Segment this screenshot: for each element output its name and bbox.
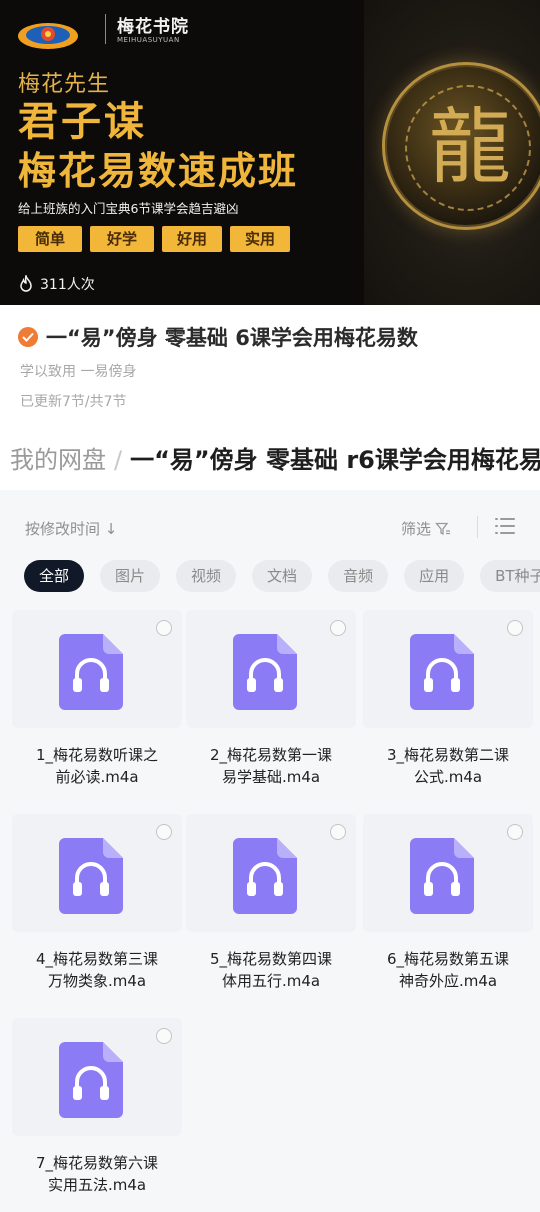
file-thumbnail xyxy=(12,814,182,932)
file-name-line1: 5_梅花易数第四课 xyxy=(209,950,333,968)
file-thumbnail xyxy=(363,814,533,932)
filter-label: 筛选 xyxy=(401,520,432,538)
toolbar-divider xyxy=(477,516,478,538)
brand-title: 梅花书院 xyxy=(117,17,189,37)
feature-tags: 简单 好学 好用 实用 xyxy=(18,226,290,252)
audio-file-icon xyxy=(59,634,123,710)
logo-divider xyxy=(105,14,106,44)
brand-subtitle: MEIHUASUYUAN xyxy=(117,36,180,44)
file-thumbnail xyxy=(12,1018,182,1136)
audio-file-icon xyxy=(59,1042,123,1118)
file-name-line2: 易学基础.m4a xyxy=(221,768,321,786)
category-filter-chips: 全部 图片 视频 文档 音频 应用 BT种子 xyxy=(24,560,540,592)
file-tile[interactable]: 2_梅花易数第一课 易学基础.m4a xyxy=(186,610,356,805)
file-name: 4_梅花易数第三课 万物类象.m4a xyxy=(12,948,182,992)
filter-funnel-icon xyxy=(435,522,451,535)
feature-tag: 好用 xyxy=(162,226,222,252)
dragon-medallion-image: 龍 xyxy=(382,62,540,230)
category-chip-all[interactable]: 全部 xyxy=(24,560,85,592)
category-chip-apps[interactable]: 应用 xyxy=(404,560,465,592)
audio-file-icon xyxy=(59,838,123,914)
view-count: 311人次 xyxy=(18,274,95,294)
banner-tagline: 给上班族的入门宝典6节课学会趋吉避凶 xyxy=(18,201,239,216)
list-view-icon[interactable] xyxy=(494,516,516,536)
breadcrumb-current-folder: 一“易”傍身 零基础 r6课学会用梅花易数 xyxy=(130,446,540,474)
feature-tag: 简单 xyxy=(18,226,82,252)
course-subtitle: 学以致用 一易傍身 xyxy=(20,364,137,380)
file-tile[interactable]: 5_梅花易数第四课 体用五行.m4a xyxy=(186,814,356,1009)
select-radio[interactable] xyxy=(156,824,172,840)
file-tile[interactable]: 7_梅花易数第六课 实用五法.m4a xyxy=(12,1018,182,1212)
file-tile[interactable]: 1_梅花易数听课之 前必读.m4a xyxy=(12,610,182,805)
file-name-line2: 实用五法.m4a xyxy=(47,1176,147,1194)
select-radio[interactable] xyxy=(507,620,523,636)
breadcrumb-separator: / xyxy=(114,446,123,474)
brand-logo-icon xyxy=(18,23,78,49)
file-thumbnail xyxy=(186,814,356,932)
file-name-line1: 1_梅花易数听课之 xyxy=(35,746,159,764)
file-name-line1: 7_梅花易数第六课 xyxy=(35,1154,159,1172)
breadcrumb: 我的网盘 / 一“易”傍身 零基础 r6课学会用梅花易数 xyxy=(10,440,540,480)
select-radio[interactable] xyxy=(156,1028,172,1044)
banner-title-line1: 君子谋 xyxy=(18,99,147,145)
author-name: 梅花先生 xyxy=(18,72,111,97)
file-name: 6_梅花易数第五课 神奇外应.m4a xyxy=(363,948,533,992)
select-radio[interactable] xyxy=(330,824,346,840)
file-name-line2: 公式.m4a xyxy=(413,768,483,786)
file-name: 7_梅花易数第六课 实用五法.m4a xyxy=(12,1152,182,1196)
filter-button[interactable]: 筛选 xyxy=(401,518,451,539)
file-thumbnail xyxy=(186,610,356,728)
select-radio[interactable] xyxy=(156,620,172,636)
category-chip-videos[interactable]: 视频 xyxy=(176,560,237,592)
audio-file-icon xyxy=(233,838,297,914)
view-count-label: 311人次 xyxy=(40,277,95,293)
file-name-line2: 万物类象.m4a xyxy=(47,972,147,990)
feature-tag: 实用 xyxy=(230,226,290,252)
file-name: 1_梅花易数听课之 前必读.m4a xyxy=(12,744,182,788)
category-chip-docs[interactable]: 文档 xyxy=(252,560,313,592)
file-thumbnail xyxy=(363,610,533,728)
file-name: 3_梅花易数第二课 公式.m4a xyxy=(363,744,533,788)
verified-check-icon xyxy=(18,327,38,347)
course-title: 一“易”傍身 零基础 6课学会用梅花易数 xyxy=(18,322,418,352)
file-tile[interactable]: 6_梅花易数第五课 神奇外应.m4a xyxy=(363,814,533,1009)
banner-title-line2: 梅花易数速成班 xyxy=(18,149,299,193)
category-chip-audio[interactable]: 音频 xyxy=(328,560,389,592)
file-name-line1: 6_梅花易数第五课 xyxy=(386,950,510,968)
file-tile[interactable]: 3_梅花易数第二课 公式.m4a xyxy=(363,610,533,805)
category-chip-images[interactable]: 图片 xyxy=(100,560,161,592)
audio-file-icon xyxy=(410,634,474,710)
file-name-line2: 神奇外应.m4a xyxy=(398,972,498,990)
file-name-line1: 3_梅花易数第二课 xyxy=(386,746,510,764)
select-radio[interactable] xyxy=(330,620,346,636)
file-name-line2: 体用五行.m4a xyxy=(221,972,321,990)
file-thumbnail xyxy=(12,610,182,728)
audio-file-icon xyxy=(410,838,474,914)
dragon-icon: 龍 xyxy=(428,100,511,195)
file-name-line1: 2_梅花易数第一课 xyxy=(209,746,333,764)
flame-icon xyxy=(20,275,32,292)
course-banner[interactable]: 龍 梅花书院 MEIHUASUYUAN 梅花先生 君子谋 梅花易数速成班 给上班… xyxy=(0,0,540,305)
file-name: 2_梅花易数第一课 易学基础.m4a xyxy=(186,744,356,788)
file-name-line1: 4_梅花易数第三课 xyxy=(35,950,159,968)
category-chip-bt[interactable]: BT种子 xyxy=(480,560,540,592)
course-progress: 已更新7节/共7节 xyxy=(20,394,127,410)
sort-by-modified-button[interactable]: 按修改时间 ↓ xyxy=(25,518,117,539)
select-radio[interactable] xyxy=(507,824,523,840)
file-name-line2: 前必读.m4a xyxy=(55,768,139,786)
file-name: 5_梅花易数第四课 体用五行.m4a xyxy=(186,948,356,992)
course-title-text: 一“易”傍身 零基础 6课学会用梅花易数 xyxy=(46,326,418,350)
breadcrumb-root[interactable]: 我的网盘 xyxy=(10,446,106,474)
feature-tag: 好学 xyxy=(90,226,154,252)
audio-file-icon xyxy=(233,634,297,710)
file-tile[interactable]: 4_梅花易数第三课 万物类象.m4a xyxy=(12,814,182,1009)
